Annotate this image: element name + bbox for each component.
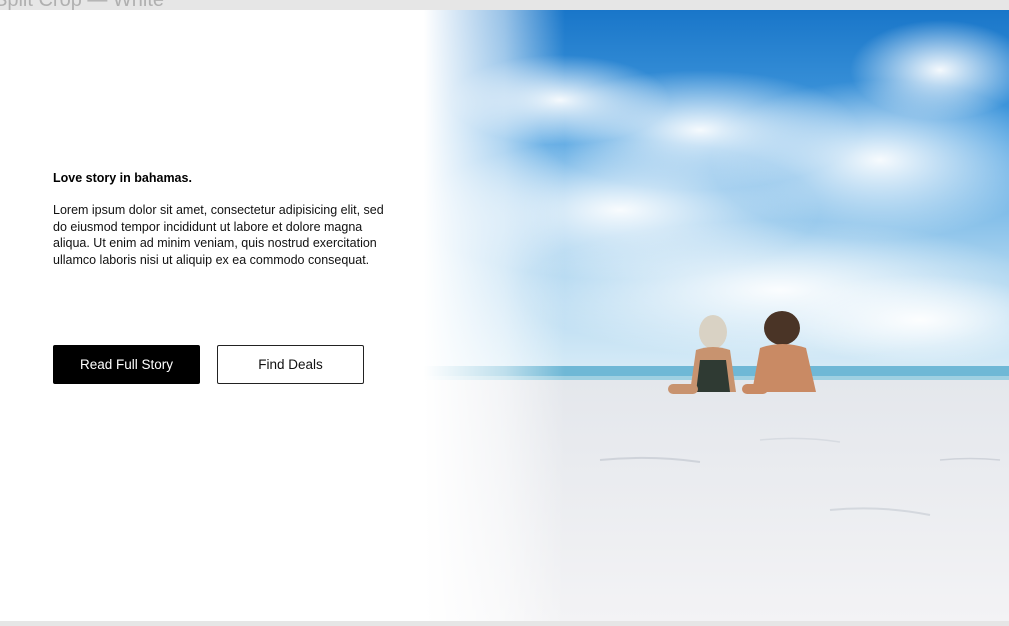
story-text-block: Love story in bahamas. Lorem ipsum dolor… <box>53 170 393 268</box>
read-full-story-button[interactable]: Read Full Story <box>53 345 200 384</box>
hero-section: Love story in bahamas. Lorem ipsum dolor… <box>0 10 1009 621</box>
find-deals-button[interactable]: Find Deals <box>217 345 364 384</box>
story-title: Love story in bahamas. <box>53 171 192 185</box>
story-body: Lorem ipsum dolor sit amet, consectetur … <box>53 203 384 267</box>
beach-photo <box>0 10 1009 621</box>
